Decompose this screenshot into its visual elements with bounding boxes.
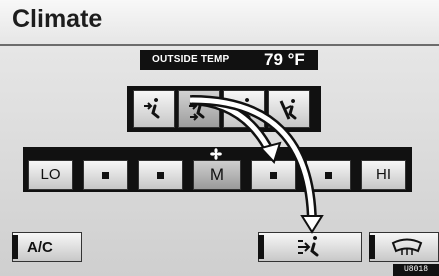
arrow-to-recirculation: [191, 95, 324, 234]
figure-id-badge: U8018: [393, 264, 439, 276]
instruction-arrows: [189, 95, 324, 234]
climate-screen: Climate OUTSIDE TEMP 79 °F LO M HI A/C U…: [0, 0, 439, 276]
